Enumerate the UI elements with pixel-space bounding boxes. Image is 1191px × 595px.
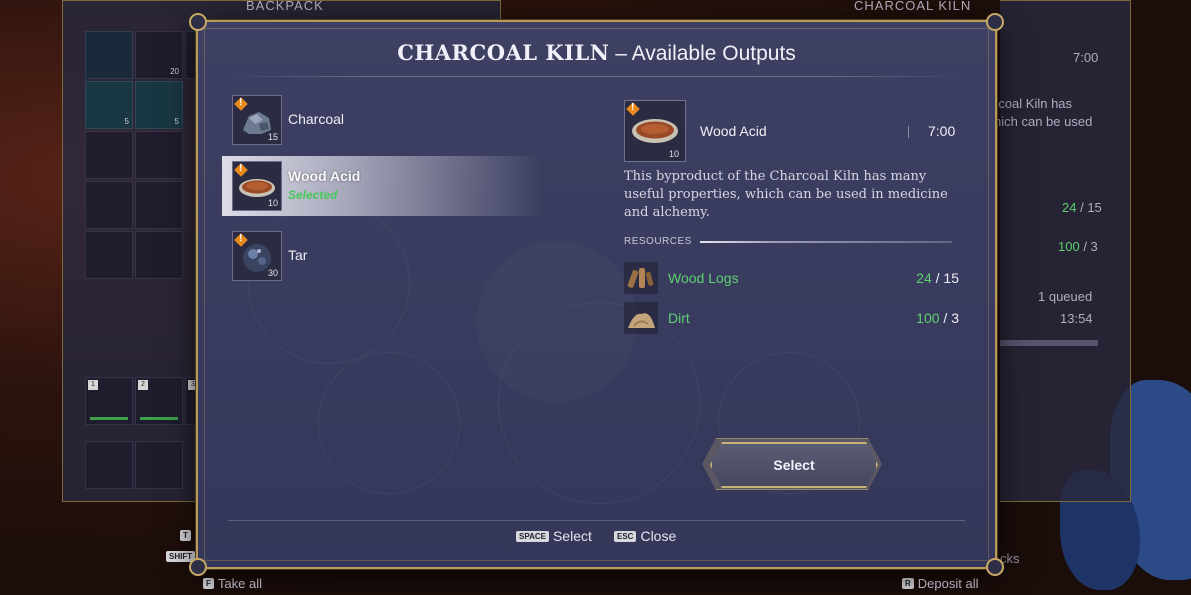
equipment-slot[interactable]: [135, 441, 183, 489]
output-name: Tar: [288, 247, 308, 263]
backpack-slot[interactable]: [135, 181, 183, 229]
deposit-all-hint[interactable]: R Deposit all: [902, 576, 978, 591]
craft-time: 7:00: [928, 123, 956, 139]
kiln-resource-qty: 100 / 3: [1058, 239, 1098, 254]
output-name: Charcoal: [288, 111, 345, 127]
select-button[interactable]: Select: [710, 442, 878, 488]
selected-label: Selected: [288, 188, 338, 202]
backpack-slot[interactable]: [135, 231, 183, 279]
corner-ornament: [189, 558, 207, 576]
resource-name: Wood Logs: [668, 270, 739, 286]
resources-divider: [700, 241, 952, 243]
corner-ornament: [986, 558, 1004, 576]
kiln-desc-line: rcoal Kiln has: [994, 96, 1073, 111]
title-divider: [228, 76, 965, 77]
backpack-slot[interactable]: 5: [85, 81, 133, 129]
key-hint-t: T: [180, 530, 191, 541]
item-count: 30: [267, 268, 278, 278]
kiln-queued-time: 13:54: [1060, 311, 1093, 326]
resource-quantity: 100 / 3: [916, 310, 959, 326]
esc-key: ESC: [614, 531, 637, 542]
kiln-time: 7:00: [1073, 50, 1099, 65]
wood-logs-icon: [624, 262, 658, 294]
kiln-progress-bar: [1000, 340, 1098, 346]
wood-acid-icon: ! 10: [232, 161, 282, 211]
hotbar-slot[interactable]: 2: [135, 377, 183, 425]
dialog-title: CHARCOAL KILN – Available Outputs: [198, 40, 995, 66]
space-key: SPACE: [516, 531, 549, 542]
detail-description: This byproduct of the Charcoal Kiln has …: [624, 169, 948, 220]
corner-ornament: [189, 13, 207, 31]
tar-icon: ! 30: [232, 231, 282, 281]
corner-ornament: [986, 13, 1004, 31]
backpack-slot[interactable]: [85, 231, 133, 279]
kiln-resource-qty: 24 / 15: [1062, 200, 1102, 215]
dialog-title-station: CHARCOAL KILN: [397, 40, 610, 65]
footer-select-hint[interactable]: SPACE Select: [516, 528, 592, 544]
backpack-slot[interactable]: [85, 181, 133, 229]
resource-quantity: 24 / 15: [916, 270, 959, 286]
footer-divider: [228, 520, 965, 521]
take-all-hint[interactable]: F Take all: [203, 576, 262, 591]
detail-wood-acid-icon: ! 10: [624, 100, 686, 162]
resources-heading: RESOURCES: [624, 236, 692, 247]
kiln-queued: 1 queued: [1038, 289, 1093, 304]
output-item-wood-acid[interactable]: ! 10 Wood Acid Selected: [222, 156, 542, 216]
resource-name: Dirt: [668, 310, 690, 326]
footer-close-hint[interactable]: ESC Close: [614, 528, 676, 544]
backpack-slot[interactable]: 20: [135, 31, 183, 79]
dirt-icon: [624, 302, 658, 334]
item-count: 10: [668, 149, 679, 159]
output-item-tar[interactable]: ! 30 Tar: [222, 226, 542, 286]
dialog-title-subtitle: – Available Outputs: [609, 42, 796, 65]
backpack-title: BACKPACK: [246, 0, 324, 13]
backpack-slot[interactable]: [135, 131, 183, 179]
output-item-charcoal[interactable]: ! 15 Charcoal: [222, 90, 542, 150]
charcoal-icon: ! 15: [232, 95, 282, 145]
hotbar-slot[interactable]: 1: [85, 377, 133, 425]
available-outputs-dialog: CHARCOAL KILN – Available Outputs ! 15 C…: [189, 13, 1004, 576]
backpack-slot[interactable]: [85, 131, 133, 179]
output-name: Wood Acid: [288, 168, 361, 184]
resource-row-dirt: Dirt 100 / 3: [624, 302, 959, 336]
decorative-circle: [318, 352, 460, 494]
backpack-slot[interactable]: 5: [135, 81, 183, 129]
detail-separator: [908, 126, 909, 138]
resource-row-wood-logs: Wood Logs 24 / 15: [624, 262, 959, 296]
kiln-title: CHARCOAL KILN: [854, 0, 972, 13]
item-count: 10: [267, 198, 278, 208]
item-count: 15: [267, 132, 278, 142]
equipment-slot[interactable]: [85, 441, 133, 489]
detail-name: Wood Acid: [700, 123, 767, 139]
backpack-slot[interactable]: [85, 31, 133, 79]
kiln-desc-line: hich can be used: [994, 114, 1093, 129]
